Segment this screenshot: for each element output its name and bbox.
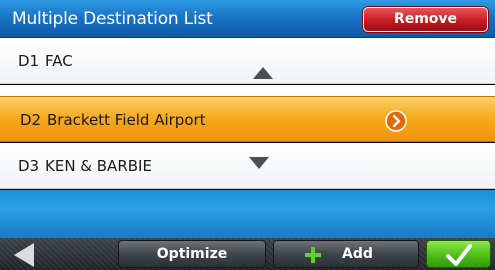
confirm-button[interactable] bbox=[426, 240, 491, 268]
destination-name: Brackett Field Airport bbox=[47, 111, 206, 129]
destination-row-1[interactable]: D1 FAC bbox=[0, 38, 495, 84]
destination-name: FAC bbox=[45, 52, 73, 70]
details-arrow-icon[interactable] bbox=[385, 110, 407, 132]
list-empty-area bbox=[0, 190, 495, 238]
checkmark-icon bbox=[446, 244, 472, 266]
back-arrow-icon bbox=[14, 243, 34, 267]
page-title: Multiple Destination List bbox=[12, 9, 213, 29]
add-button[interactable]: Add bbox=[273, 240, 419, 268]
back-button[interactable] bbox=[8, 242, 40, 268]
remove-button[interactable]: Remove bbox=[363, 7, 488, 32]
add-label: Add bbox=[342, 246, 373, 262]
screen: Multiple Destination List Remove D1 FAC … bbox=[0, 0, 495, 270]
header: Multiple Destination List Remove bbox=[0, 0, 495, 38]
destination-code: D1 bbox=[18, 52, 40, 70]
scroll-up-icon[interactable] bbox=[252, 66, 274, 80]
destination-code: D3 bbox=[18, 157, 40, 175]
destination-row-2[interactable]: D2 Brackett Field Airport bbox=[0, 96, 495, 142]
scroll-down-icon[interactable] bbox=[248, 156, 270, 170]
row-divider bbox=[0, 85, 495, 96]
plus-icon bbox=[305, 247, 321, 263]
optimize-button[interactable]: Optimize bbox=[118, 240, 266, 268]
destination-code: D2 bbox=[20, 111, 42, 129]
bottom-toolbar: Optimize Add bbox=[0, 238, 495, 270]
destination-name: KEN & BARBIE bbox=[45, 157, 152, 175]
